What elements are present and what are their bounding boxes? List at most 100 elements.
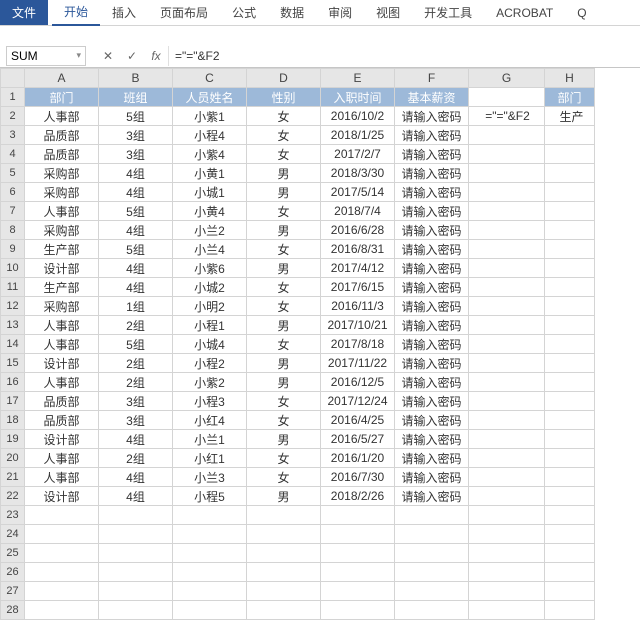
cell[interactable]: [321, 563, 395, 582]
cell-G11[interactable]: [469, 278, 545, 297]
cell[interactable]: 请输入密码: [395, 107, 469, 126]
cell[interactable]: 男: [247, 164, 321, 183]
cell[interactable]: 女: [247, 202, 321, 221]
header-salary[interactable]: 基本薪资: [395, 88, 469, 107]
tab-file[interactable]: 文件: [0, 0, 48, 25]
cell[interactable]: 5组: [99, 202, 173, 221]
tab-page-layout[interactable]: 页面布局: [148, 0, 220, 25]
row-head-23[interactable]: 23: [1, 506, 25, 525]
cell[interactable]: [469, 582, 545, 601]
cell[interactable]: 女: [247, 145, 321, 164]
cell[interactable]: 请输入密码: [395, 126, 469, 145]
cell[interactable]: 女: [247, 411, 321, 430]
cell[interactable]: 生产部: [25, 278, 99, 297]
cell[interactable]: 2018/7/4: [321, 202, 395, 221]
cell[interactable]: 3组: [99, 411, 173, 430]
row-head-21[interactable]: 21: [1, 468, 25, 487]
cell[interactable]: [469, 601, 545, 620]
cell[interactable]: 5组: [99, 107, 173, 126]
cell-G1[interactable]: [469, 88, 545, 107]
cell[interactable]: [321, 601, 395, 620]
cell[interactable]: 小紫6: [173, 259, 247, 278]
cell[interactable]: 女: [247, 449, 321, 468]
cell[interactable]: 设计部: [25, 487, 99, 506]
cell[interactable]: 请输入密码: [395, 354, 469, 373]
cell[interactable]: 小红4: [173, 411, 247, 430]
cell[interactable]: [321, 525, 395, 544]
cell[interactable]: 2017/6/15: [321, 278, 395, 297]
cell[interactable]: 2017/12/24: [321, 392, 395, 411]
cell[interactable]: 生产部: [25, 240, 99, 259]
fx-icon[interactable]: fx: [144, 47, 168, 65]
cell[interactable]: 小兰3: [173, 468, 247, 487]
cell[interactable]: 2016/6/28: [321, 221, 395, 240]
cell-G10[interactable]: [469, 259, 545, 278]
enter-icon[interactable]: [120, 47, 144, 65]
row-head-5[interactable]: 5: [1, 164, 25, 183]
row-head-24[interactable]: 24: [1, 525, 25, 544]
row-head-10[interactable]: 10: [1, 259, 25, 278]
row-head-19[interactable]: 19: [1, 430, 25, 449]
cell[interactable]: 2017/10/21: [321, 316, 395, 335]
col-C[interactable]: C: [173, 69, 247, 88]
cell[interactable]: 2016/12/5: [321, 373, 395, 392]
select-all-corner[interactable]: [1, 69, 25, 88]
cell[interactable]: [469, 525, 545, 544]
cell-H5[interactable]: [545, 164, 595, 183]
cell[interactable]: 请输入密码: [395, 392, 469, 411]
cell-H22[interactable]: [545, 487, 595, 506]
cell[interactable]: 小兰4: [173, 240, 247, 259]
cell[interactable]: 请输入密码: [395, 221, 469, 240]
cell[interactable]: 女: [247, 297, 321, 316]
cell-H13[interactable]: [545, 316, 595, 335]
cell-G15[interactable]: [469, 354, 545, 373]
cell[interactable]: 采购部: [25, 297, 99, 316]
cell[interactable]: [247, 582, 321, 601]
cell-G9[interactable]: [469, 240, 545, 259]
cell-H10[interactable]: [545, 259, 595, 278]
row-head-17[interactable]: 17: [1, 392, 25, 411]
cell[interactable]: 男: [247, 354, 321, 373]
row-head-6[interactable]: 6: [1, 183, 25, 202]
cell[interactable]: 请输入密码: [395, 183, 469, 202]
header-dept2[interactable]: 部门: [545, 88, 595, 107]
cell[interactable]: 人事部: [25, 107, 99, 126]
cell[interactable]: 采购部: [25, 164, 99, 183]
tab-review[interactable]: 审阅: [316, 0, 364, 25]
cell[interactable]: 3组: [99, 145, 173, 164]
cell[interactable]: [395, 582, 469, 601]
cell-G18[interactable]: [469, 411, 545, 430]
cell[interactable]: 男: [247, 487, 321, 506]
tab-insert[interactable]: 插入: [100, 0, 148, 25]
cell[interactable]: 5组: [99, 240, 173, 259]
cell-G4[interactable]: [469, 145, 545, 164]
cell[interactable]: [395, 506, 469, 525]
cell[interactable]: 女: [247, 278, 321, 297]
cell[interactable]: 女: [247, 240, 321, 259]
cell[interactable]: 品质部: [25, 411, 99, 430]
cell[interactable]: 设计部: [25, 259, 99, 278]
cell[interactable]: [395, 525, 469, 544]
cell[interactable]: 女: [247, 468, 321, 487]
cell[interactable]: 请输入密码: [395, 335, 469, 354]
cell[interactable]: 请输入密码: [395, 373, 469, 392]
cell[interactable]: 小城4: [173, 335, 247, 354]
cell[interactable]: 4组: [99, 164, 173, 183]
cell-G12[interactable]: [469, 297, 545, 316]
cell[interactable]: 2017/11/22: [321, 354, 395, 373]
cell[interactable]: [25, 506, 99, 525]
cell[interactable]: [469, 544, 545, 563]
cell-H2[interactable]: 生产: [545, 107, 595, 126]
cell-H14[interactable]: [545, 335, 595, 354]
cell[interactable]: 2016/8/31: [321, 240, 395, 259]
cell[interactable]: 小紫2: [173, 373, 247, 392]
cell[interactable]: 2018/1/25: [321, 126, 395, 145]
cell-H6[interactable]: [545, 183, 595, 202]
cell[interactable]: 请输入密码: [395, 487, 469, 506]
cell[interactable]: [25, 544, 99, 563]
cell[interactable]: [25, 563, 99, 582]
cell[interactable]: [247, 563, 321, 582]
cell[interactable]: [469, 506, 545, 525]
row-head-28[interactable]: 28: [1, 601, 25, 620]
cell[interactable]: 请输入密码: [395, 145, 469, 164]
